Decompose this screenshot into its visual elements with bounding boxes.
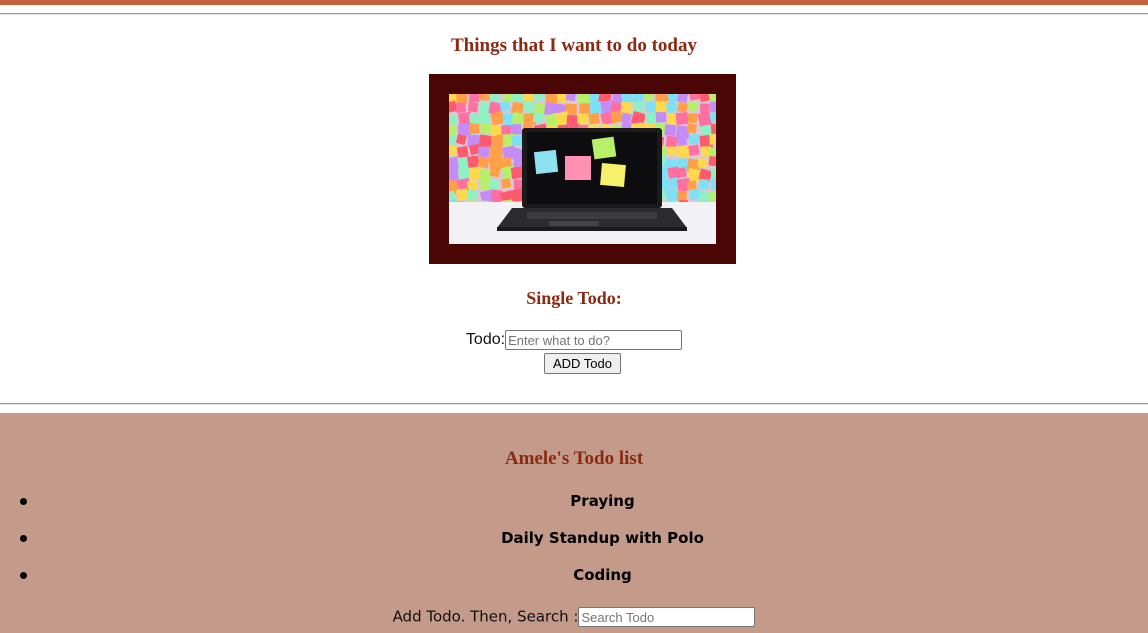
top-accent-bar <box>0 0 1148 5</box>
laptop-sticky-notes-photo <box>449 94 716 244</box>
list-item: Praying <box>0 491 1148 513</box>
add-todo-button[interactable]: ADD Todo <box>544 353 621 374</box>
top-divider <box>0 13 1148 15</box>
search-row: Add Todo. Then, Search : <box>0 607 1148 627</box>
todo-list-heading: Amele's Todo list <box>504 448 644 469</box>
photo-illustration <box>449 94 716 244</box>
todo-form: Todo: <box>0 330 1148 350</box>
bullet-icon <box>20 535 27 542</box>
list-item-label: Coding <box>573 566 632 584</box>
list-item: Coding <box>0 565 1148 587</box>
todo-label: Todo: <box>465 331 506 348</box>
list-item: Daily Standup with Polo <box>0 528 1148 550</box>
single-todo-heading: Single Todo: <box>526 288 622 308</box>
page-title: Things that I want to do today <box>451 35 697 56</box>
bullet-icon <box>20 498 27 505</box>
list-item-label: Praying <box>570 492 635 510</box>
list-item-label: Daily Standup with Polo <box>501 529 704 547</box>
todo-list-section: Amele's Todo list Praying Daily Standup … <box>0 413 1148 633</box>
todo-input[interactable] <box>505 330 683 350</box>
section-divider <box>0 403 1148 405</box>
search-label: Add Todo. Then, Search : <box>392 607 579 626</box>
photo-frame <box>429 74 736 264</box>
bullet-icon <box>20 572 27 579</box>
search-input[interactable] <box>578 607 756 627</box>
